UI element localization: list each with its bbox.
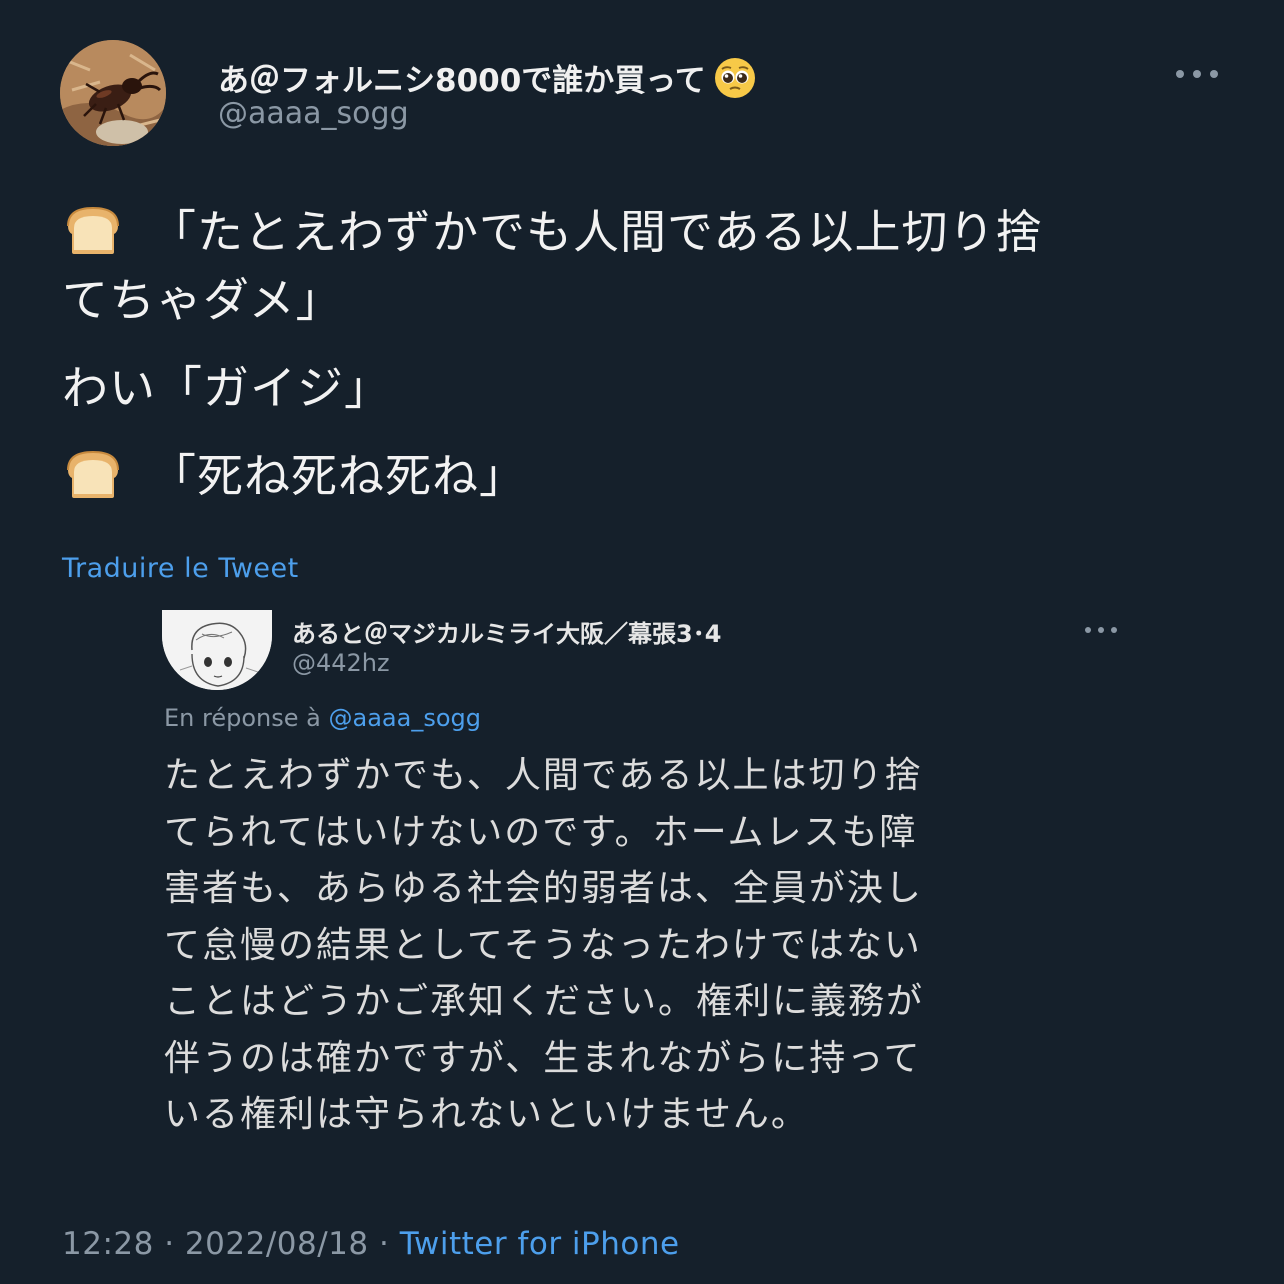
quoted-line: いる権利は守られないといけません。 — [164, 1094, 809, 1135]
quoted-line: ことはどうかご承知ください。権利に義務が — [164, 981, 925, 1022]
tweet-line: てちゃダメ」 — [62, 264, 343, 330]
tweet-date[interactable]: 2022/08/18 — [185, 1226, 369, 1262]
tweet-line: 「死ね死ね死ね」 — [62, 440, 526, 506]
quoted-line: 害者も、あらゆる社会的弱者は、全員が決し — [164, 868, 923, 909]
quoted-line: て怠慢の結果としてそうなったわけではない — [164, 924, 922, 966]
author-avatar[interactable] — [60, 40, 166, 146]
quoted-line: 伴うのは確かですが、生まれながらに持って — [164, 1037, 922, 1079]
author-name-text: あ＠フォルニシ8000で誰か買って — [218, 63, 706, 99]
author-handle[interactable]: @aaaa_sogg — [218, 96, 409, 131]
meta-separator: · — [164, 1226, 175, 1262]
tweet-line-text: てちゃダメ」 — [62, 273, 343, 327]
tweet-line-text: 「死ね死ね死ね」 — [150, 449, 526, 503]
tweet-detail: あ＠フォルニシ8000で誰か買って @aaaa_sogg 「たとえわずかでも人間… — [0, 0, 1284, 1284]
translate-tweet-link[interactable]: Traduire le Tweet — [62, 553, 299, 584]
quoted-line: てられてはいけないのです。ホームレスも障 — [164, 811, 918, 853]
reply-prefix: En réponse à — [164, 704, 321, 732]
tweet-meta: 12:28 · 2022/08/18 · Twitter for iPhone — [62, 1226, 680, 1262]
pleading-face-icon — [714, 57, 756, 99]
stag-beetle-photo — [60, 40, 166, 146]
quoted-tweet-text: たとえわずかでも、人間である以上は切り捨 てられてはいけないのです。ホームレスも… — [164, 748, 1094, 1144]
quoted-line: たとえわずかでも、人間である以上は切り捨 — [164, 755, 923, 796]
bread-icon — [62, 204, 124, 256]
tweet-time[interactable]: 12:28 — [62, 1226, 154, 1262]
quoted-author-avatar[interactable] — [162, 610, 272, 690]
meta-separator: · — [378, 1226, 390, 1262]
quoted-more-options-icon[interactable] — [1082, 621, 1120, 639]
manga-sketch-avatar — [162, 610, 272, 690]
tweet-line-text: わい「ガイジ」 — [62, 361, 391, 415]
author-display-name[interactable]: あ＠フォルニシ8000で誰か買って — [218, 55, 756, 100]
tweet-line: 「たとえわずかでも人間である以上切り捨 — [62, 196, 1043, 262]
tweet-source-link[interactable]: Twitter for iPhone — [400, 1226, 680, 1262]
tweet-line: わい「ガイジ」 — [62, 352, 391, 418]
bread-icon — [62, 448, 124, 500]
quoted-author-handle[interactable]: @442hz — [292, 649, 390, 677]
quoted-author-name[interactable]: あると＠マジカルミライ大阪／幕張3･4 — [292, 614, 721, 649]
more-options-icon[interactable] — [1172, 62, 1222, 86]
reply-context: En réponse à @aaaa_sogg — [164, 704, 481, 732]
reply-mention-link[interactable]: @aaaa_sogg — [328, 704, 480, 732]
tweet-line-text: 「たとえわずかでも人間である以上切り捨 — [150, 205, 1043, 259]
